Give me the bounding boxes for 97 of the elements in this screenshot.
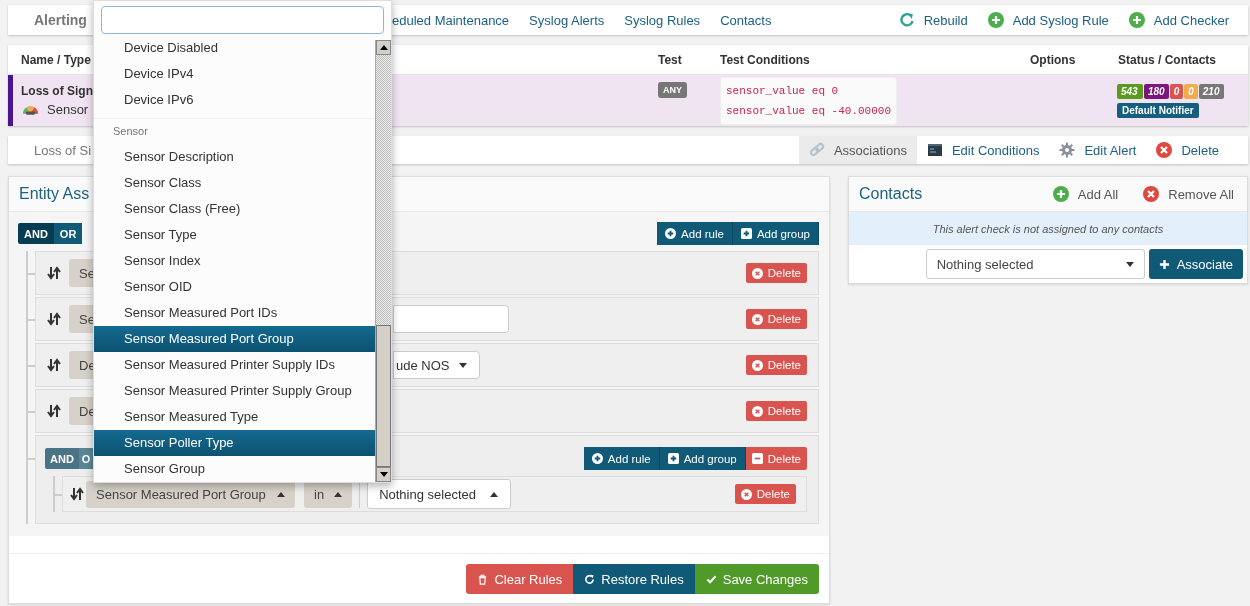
count-badge: 0 xyxy=(1184,83,1198,99)
page-title: Alerting xyxy=(34,12,87,28)
nav-link[interactable]: Contacts xyxy=(720,12,772,28)
close-icon xyxy=(1143,186,1160,202)
close-icon xyxy=(751,453,763,464)
dropdown-option[interactable]: Sensor Poller Type xyxy=(94,430,375,456)
search-field[interactable] xyxy=(101,6,384,34)
dropdown-option[interactable]: Sensor Measured Port IDs xyxy=(94,300,375,326)
count-badge: 180 xyxy=(1144,83,1169,99)
scroll-up-icon[interactable] xyxy=(379,45,388,50)
associate-button[interactable]: Associate xyxy=(1148,249,1243,279)
footer-button[interactable]: Clear Rules xyxy=(466,564,574,594)
delete-button[interactable]: Delete xyxy=(745,263,807,283)
add-icon xyxy=(1052,186,1069,202)
contact-select[interactable]: Nothing selected xyxy=(925,249,1145,279)
column-header: Status / Contacts xyxy=(1117,52,1217,67)
plus-icon xyxy=(1158,258,1170,270)
delete-button[interactable]: Delete xyxy=(745,309,807,329)
nav-link[interactable]: eduled Maintenance xyxy=(392,12,510,28)
check-icon xyxy=(705,573,717,585)
column-header: Test Conditions xyxy=(719,52,811,67)
value-select[interactable]: ude NOS xyxy=(393,351,481,379)
count-badge: 0 xyxy=(1169,83,1184,99)
dropdown-option[interactable]: Sensor Class xyxy=(94,170,375,196)
conditions-code: sensor_value eq 0 sensor_value eq -40.00000 xyxy=(720,76,898,125)
refresh-icon xyxy=(584,573,596,585)
nav-action[interactable]: Rebuild xyxy=(898,12,968,28)
alert-title: Loss of Si xyxy=(34,142,92,158)
sort-icon[interactable] xyxy=(47,266,61,280)
count-badge: 543 xyxy=(1117,83,1143,99)
dropdown-option[interactable]: Sensor Measured Printer Supply Group xyxy=(94,378,375,404)
dropdown-option[interactable]: Device Disabled xyxy=(94,35,375,61)
column-header: Options xyxy=(1029,52,1077,67)
column-header: Test xyxy=(657,52,683,67)
dropdown-option[interactable]: Sensor Index xyxy=(94,248,375,274)
value-input[interactable] xyxy=(393,305,509,333)
terminal-icon xyxy=(926,142,943,158)
conjunction-toggle[interactable]: AND xyxy=(18,223,54,244)
footer-button[interactable]: Restore Rules xyxy=(573,564,695,594)
contact-badge: Default Notifier xyxy=(1117,102,1199,118)
link-icon xyxy=(808,142,825,158)
add-rule-button[interactable]: Add rule xyxy=(657,222,733,245)
entity-type: Sensor xyxy=(47,102,89,117)
sort-icon[interactable] xyxy=(47,358,61,372)
close-icon xyxy=(751,405,763,417)
gauge-icon xyxy=(22,104,39,115)
sort-icon[interactable] xyxy=(70,487,84,501)
plus-icon xyxy=(667,453,679,464)
dropdown-option[interactable]: Device IPv6 xyxy=(94,87,375,113)
plus-icon xyxy=(740,228,752,239)
dropdown-option[interactable]: Sensor Measured Type xyxy=(94,404,375,430)
close-icon xyxy=(751,359,763,371)
panel-title: Entity Ass xyxy=(19,185,90,203)
nav-action[interactable]: Add Checker xyxy=(1128,12,1229,28)
alert-name: Loss of Sign xyxy=(21,84,94,98)
dropdown-option[interactable]: Sensor Description xyxy=(94,144,375,170)
dropdown-option[interactable]: Sensor Measured Printer Supply IDs xyxy=(94,352,375,378)
contacts-action[interactable]: Add All xyxy=(1052,186,1119,202)
contacts-action[interactable]: Remove All xyxy=(1143,186,1234,202)
test-badge: ANY xyxy=(658,82,687,98)
plus-icon xyxy=(665,228,677,239)
add-group-button[interactable]: Add group xyxy=(732,222,819,245)
add-icon xyxy=(1128,12,1145,28)
delete-button[interactable]: Delete xyxy=(745,401,807,421)
panel-title: Contacts xyxy=(859,185,923,203)
delete-button[interactable]: Delete xyxy=(745,355,807,375)
option-group-header: Sensor xyxy=(112,124,149,139)
close-icon xyxy=(740,488,752,500)
dropdown-option[interactable]: Sensor Class (Free) xyxy=(94,196,375,222)
count-badge: 210 xyxy=(1198,83,1224,99)
nav-link[interactable]: Syslog Alerts xyxy=(529,12,605,28)
alert-action-tab[interactable]: Delete xyxy=(1146,136,1229,164)
dropdown-option[interactable]: Sensor Group xyxy=(94,456,375,482)
caret-icon xyxy=(1125,261,1134,267)
gear-icon xyxy=(1059,142,1076,158)
alert-action-tab[interactable]: Edit Conditions xyxy=(916,136,1050,164)
conjunction-toggle[interactable]: OR xyxy=(53,223,83,244)
footer-button[interactable]: Save Changes xyxy=(694,564,819,594)
dropdown-option[interactable]: Sensor OID xyxy=(94,274,375,300)
nav-link[interactable]: Syslog Rules xyxy=(624,12,701,28)
close-icon xyxy=(751,313,763,325)
column-header: Name / Type xyxy=(20,52,92,67)
close-icon xyxy=(1156,142,1173,158)
scrollbar[interactable] xyxy=(375,40,391,482)
dropdown-option[interactable]: Sensor Measured Port Group xyxy=(94,326,375,352)
close-icon xyxy=(751,267,763,279)
sort-icon[interactable] xyxy=(47,404,61,418)
alert-action-tab[interactable]: Edit Alert xyxy=(1049,136,1147,164)
alert-action-tab[interactable]: Associations xyxy=(798,136,917,164)
plus-icon xyxy=(591,453,603,464)
dropdown-option[interactable]: Sensor Type xyxy=(94,222,375,248)
add-icon xyxy=(987,12,1004,28)
nav-action[interactable]: Add Syslog Rule xyxy=(987,12,1109,28)
refresh-icon xyxy=(898,12,915,28)
trash-icon xyxy=(477,573,489,585)
notice-text: This alert check is not assigned to any contacts xyxy=(849,212,1247,245)
sort-icon[interactable] xyxy=(47,312,61,326)
